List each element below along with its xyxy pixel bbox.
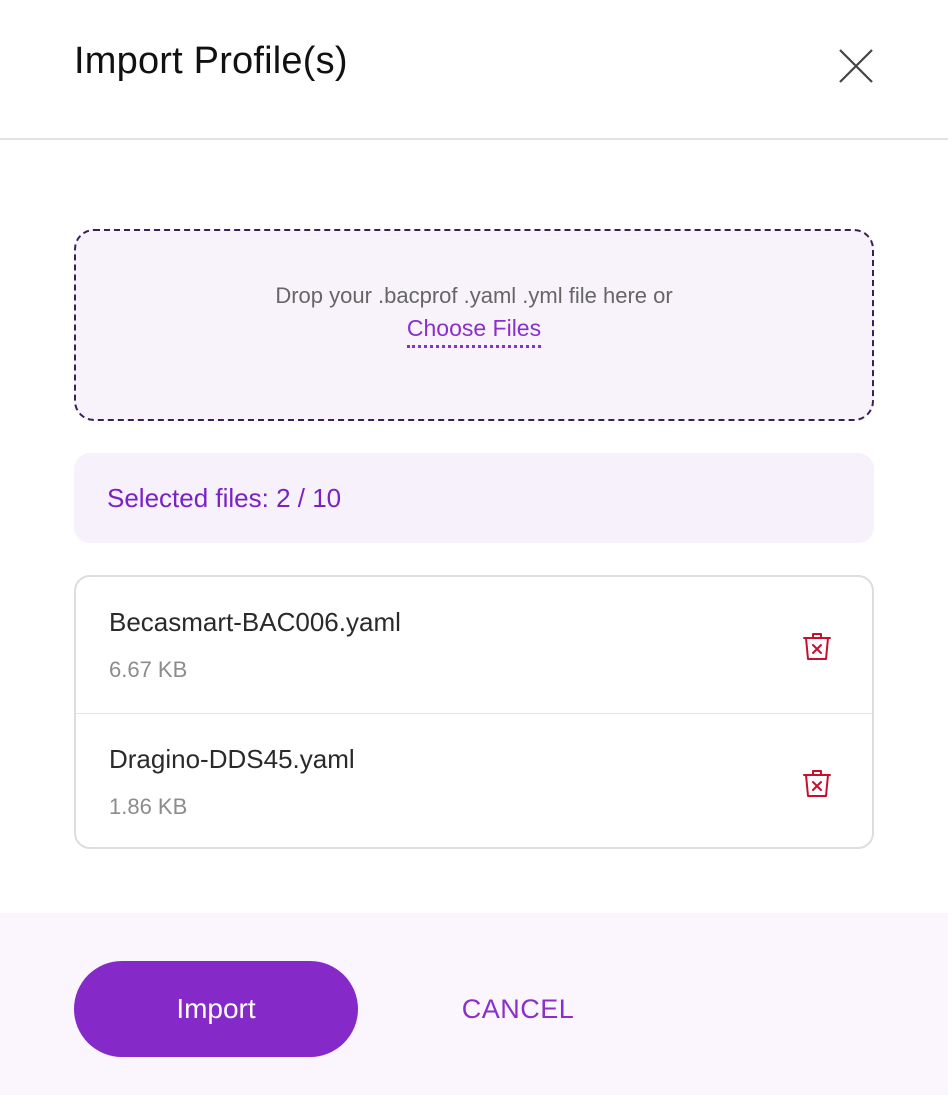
choose-files-container: Choose Files bbox=[76, 315, 872, 348]
selected-files-summary: Selected files: 2 / 10 bbox=[74, 453, 874, 543]
list-item: Becasmart-BAC006.yaml 6.67 KB bbox=[76, 577, 872, 713]
dialog-footer: Import CANCEL bbox=[0, 913, 948, 1095]
delete-file-button[interactable] bbox=[800, 629, 834, 663]
dialog-title: Import Profile(s) bbox=[74, 40, 348, 82]
close-icon bbox=[839, 49, 873, 83]
import-button[interactable]: Import bbox=[74, 961, 358, 1057]
file-dropzone[interactable]: Drop your .bacprof .yaml .yml file here … bbox=[74, 229, 874, 421]
file-size: 1.86 KB bbox=[109, 794, 188, 819]
file-list: Becasmart-BAC006.yaml 6.67 KB Dragino-DD… bbox=[74, 575, 874, 849]
close-button[interactable] bbox=[836, 46, 876, 86]
dropzone-text: Drop your .bacprof .yaml .yml file here … bbox=[275, 283, 673, 308]
choose-files-link[interactable]: Choose Files bbox=[406, 315, 542, 348]
trash-icon bbox=[803, 770, 831, 797]
cancel-button[interactable]: CANCEL bbox=[430, 961, 606, 1057]
file-name: Becasmart-BAC006.yaml bbox=[109, 607, 401, 637]
dialog-header: Import Profile(s) bbox=[0, 0, 948, 140]
file-name: Dragino-DDS45.yaml bbox=[109, 744, 355, 774]
trash-icon bbox=[803, 633, 831, 660]
selected-files-count: Selected files: 2 / 10 bbox=[107, 483, 342, 513]
delete-file-button[interactable] bbox=[800, 766, 834, 800]
file-size: 6.67 KB bbox=[109, 657, 188, 682]
list-item: Dragino-DDS45.yaml 1.86 KB bbox=[76, 713, 872, 847]
